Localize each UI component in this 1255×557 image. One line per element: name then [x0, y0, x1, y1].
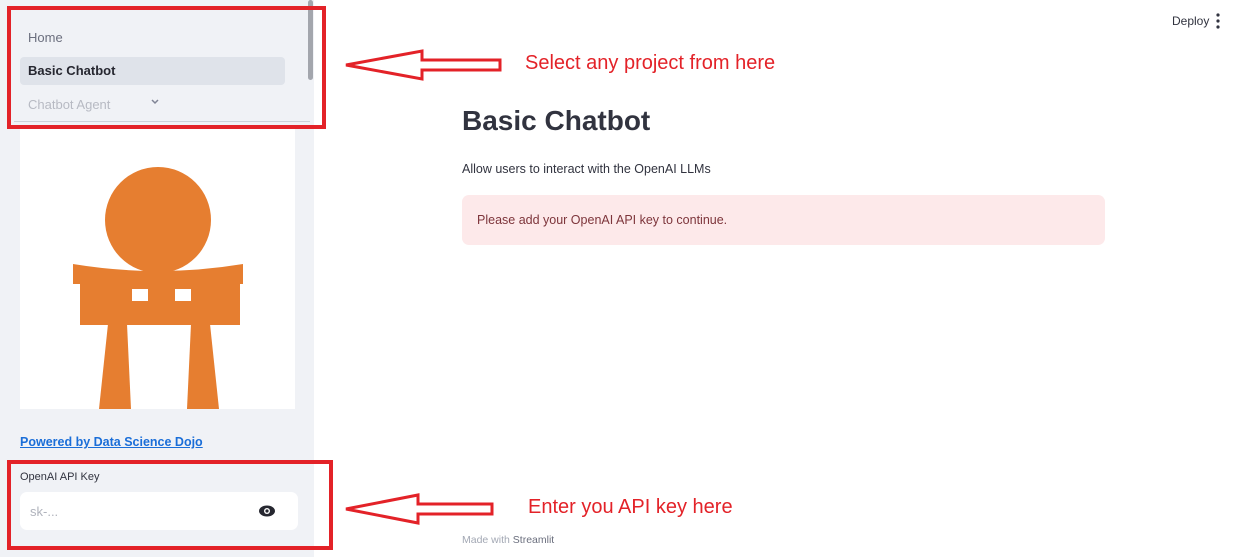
- page-description: Allow users to interact with the OpenAI …: [462, 162, 711, 176]
- page-title: Basic Chatbot: [462, 105, 651, 136]
- annotation-box-api-key: [7, 460, 333, 550]
- footer-prefix: Made with: [462, 534, 510, 546]
- footer: Made with Streamlit: [462, 534, 554, 546]
- alert-text: Please add your OpenAI API key to contin…: [477, 213, 728, 227]
- vertical-dots-icon[interactable]: [1214, 12, 1222, 30]
- streamlit-link[interactable]: Streamlit: [513, 534, 554, 546]
- torii-gate-icon: [73, 167, 243, 409]
- deploy-button[interactable]: Deploy: [1172, 14, 1209, 28]
- annotation-text-bottom: Enter you API key here: [528, 496, 733, 518]
- api-key-alert: Please add your OpenAI API key to contin…: [462, 195, 1105, 245]
- logo-image: [20, 128, 295, 409]
- annotation-text-top: Select any project from here: [525, 52, 776, 74]
- powered-by-link[interactable]: Powered by Data Science Dojo: [20, 435, 203, 449]
- annotation-box-nav: [7, 6, 326, 129]
- annotation-arrow-bottom: [345, 493, 494, 525]
- annotation-arrow-top: [345, 49, 502, 81]
